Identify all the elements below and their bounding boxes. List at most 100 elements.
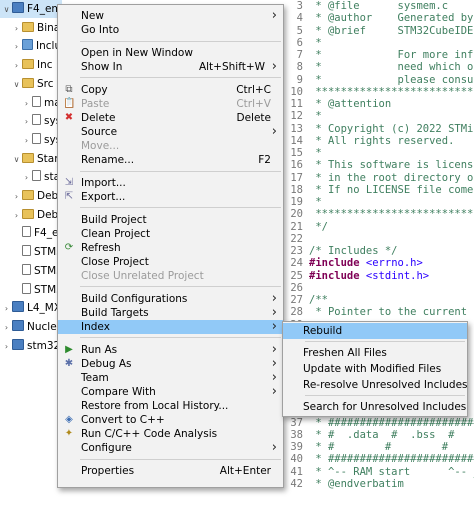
chevron-right-icon[interactable]: › — [12, 188, 21, 206]
menu-item-freshen-all-files[interactable]: Freshen All Files — [283, 345, 467, 361]
chevron-right-icon[interactable]: › — [22, 169, 31, 187]
menu-item-build-targets[interactable]: Build Targets › — [58, 304, 283, 320]
file-icon — [22, 263, 31, 275]
file-icon — [32, 170, 41, 182]
chevron-right-icon[interactable]: › — [2, 300, 11, 318]
menu-item-rebuild[interactable]: Rebuild — [283, 323, 467, 339]
chevron-down-icon[interactable]: ∨ — [2, 1, 11, 19]
menu-item-rename[interactable]: Rename... F2 — [58, 153, 283, 167]
menu-item-team[interactable]: Team › — [58, 370, 283, 385]
menu-item-move[interactable]: Move... — [58, 139, 283, 153]
menu-item-close-unrelated-project[interactable]: Close Unrelated Project — [58, 269, 283, 283]
menu-item-source[interactable]: Source › — [58, 124, 283, 139]
menu-item-properties[interactable]: Properties Alt+Enter — [58, 464, 283, 478]
menu-item-label: Close Unrelated Project — [81, 270, 204, 282]
menu-item-update-with-modified-files[interactable]: Update with Modified Files — [283, 361, 467, 377]
chevron-down-icon[interactable]: ∨ — [12, 76, 21, 94]
tree-item[interactable]: ›Binaries — [0, 19, 62, 37]
menu-item-label: Refresh — [81, 241, 121, 254]
menu-separator — [305, 341, 465, 342]
tree-item[interactable]: ›startup_stm32.s — [0, 168, 62, 186]
chevron-right-icon[interactable]: › — [12, 207, 21, 225]
chevron-right-icon[interactable]: › — [22, 113, 31, 131]
chevron-right-icon[interactable]: › — [22, 132, 31, 150]
tree-item[interactable]: ›main.c — [0, 94, 62, 112]
menu-item-delete[interactable]: ✖ Delete Delete — [58, 111, 283, 125]
chevron-right-icon[interactable]: › — [12, 38, 21, 56]
tree-item[interactable]: STM32F4_RAM.ld — [0, 281, 62, 299]
code-line[interactable]: 28 * Pointer to the current high waterma… — [283, 305, 474, 320]
tree-item[interactable]: STM32F4.ld — [0, 243, 62, 261]
menu-shortcut: Alt+Enter — [219, 465, 271, 477]
code-token: ****************************************… — [315, 85, 474, 98]
menu-item-restore-from-local-history[interactable]: Restore from Local History... — [58, 399, 283, 413]
menu-item-index[interactable]: Index › — [58, 319, 283, 334]
menu-item-run-as[interactable]: ▶ Run As › — [58, 342, 283, 357]
menu-item-label: Re-resolve Unresolved Includes — [303, 379, 468, 391]
tree-item[interactable]: ∨Startup — [0, 150, 62, 168]
tree-item[interactable]: ›Nucleo_W — [0, 318, 62, 336]
menu-item-export[interactable]: ⇱ Export... — [58, 190, 283, 204]
menu-item-label: Open in New Window — [81, 46, 193, 59]
menu-item-label: Import... — [81, 176, 126, 189]
chevron-down-icon[interactable]: ∨ — [12, 151, 21, 169]
code-line[interactable]: 42 * @endverbatim — [283, 477, 403, 492]
menu-item-compare-with[interactable]: Compare With › — [58, 384, 283, 399]
menu-separator — [80, 458, 281, 460]
menu-item-run-c-c-code-analysis[interactable]: ✦ Run C/C++ Code Analysis — [58, 427, 283, 441]
code-token: * @attention — [309, 98, 392, 110]
menu-item-re-resolve-unresolved-includes[interactable]: Re-resolve Unresolved Includes — [283, 377, 468, 393]
menu-item-paste[interactable]: 📋 Paste Ctrl+V — [58, 97, 283, 111]
menu-shortcut: F2 — [258, 154, 271, 167]
tree-item[interactable]: ›syscalls.c — [0, 112, 62, 130]
menu-item-refresh[interactable]: ⟳ Refresh — [58, 241, 283, 255]
proj-icon — [12, 319, 24, 331]
chevron-right-icon[interactable]: › — [12, 20, 21, 38]
code-editor[interactable]: 3 * @file sysmem.c 4 * @author Generated … — [283, 0, 474, 509]
paste-icon: 📋 — [63, 97, 76, 109]
tree-item[interactable]: STM32F4_FLASH.ld — [0, 262, 62, 280]
menu-item-import[interactable]: ⇲ Import... — [58, 176, 283, 190]
code-token: * # # # — [309, 441, 449, 453]
tree-item-label: Src — [37, 77, 54, 90]
run-icon: ▶ — [65, 343, 73, 355]
chevron-right-icon[interactable]: › — [2, 319, 11, 337]
project-explorer: ∨F4_empty_boot›Binaries›Includes›Inc ∨ Src… — [0, 0, 62, 509]
chevron-right-icon[interactable]: › — [2, 338, 11, 356]
code-token: * ######################################… — [315, 416, 474, 429]
tree-item[interactable]: ›stm32_f — [0, 337, 62, 355]
tree-item[interactable]: ›Debug — [0, 187, 62, 205]
menu-item-close-project[interactable]: Close Project — [58, 255, 283, 269]
code-token: /* Includes */ — [309, 245, 398, 257]
menu-item-show-in[interactable]: Show In Alt+Shift+W › — [58, 59, 283, 74]
menu-item-convert-to-c[interactable]: ◈ Convert to C++ — [58, 413, 283, 427]
chevron-right-icon: › — [271, 440, 277, 456]
tree-item[interactable]: ›Includes — [0, 37, 62, 55]
tree-item[interactable]: › L4_MX — [0, 299, 62, 317]
menu-item-build-project[interactable]: Build Project — [58, 213, 283, 227]
menu-item-clean-project[interactable]: Clean Project — [58, 227, 283, 241]
tree-item[interactable]: F4_empty.ioc — [0, 224, 62, 242]
menu-item-copy[interactable]: ⧉ Copy Ctrl+C — [58, 83, 283, 97]
chevron-right-icon[interactable]: › — [12, 57, 21, 75]
tree-item[interactable]: ∨ Src — [0, 75, 62, 93]
code-token: * If no LICENSE file comes with this — [315, 183, 474, 196]
code-token: * @brief STM32CubeIDE System Memory call… — [315, 24, 474, 37]
chevron-right-icon[interactable]: › — [22, 95, 31, 113]
file-icon — [22, 245, 31, 257]
tree-item[interactable]: ›sysmem.c — [0, 131, 62, 149]
menu-item-search-for-unresolved-includes[interactable]: Search for Unresolved Includes — [283, 399, 467, 415]
code-token: * — [309, 110, 322, 123]
menu-item-configure[interactable]: Configure › — [58, 441, 283, 455]
chevron-right-icon: › — [271, 290, 277, 306]
menu-item-go-into[interactable]: Go Into — [58, 23, 283, 37]
file-icon — [22, 282, 31, 294]
tree-item[interactable]: ∨F4_empty_boot — [0, 0, 62, 18]
chevron-right-icon: › — [271, 304, 277, 320]
menu-item-build-configurations[interactable]: Build Configurations › — [58, 290, 283, 306]
menu-item-open-in-new-window[interactable]: Open in New Window — [58, 46, 283, 60]
menu-item-debug-as[interactable]: ✱ Debug As › — [58, 356, 283, 371]
menu-item-new[interactable]: New › — [58, 8, 283, 23]
tree-item[interactable]: › Inc — [0, 56, 62, 74]
tree-item[interactable]: ›Debug — [0, 206, 62, 224]
